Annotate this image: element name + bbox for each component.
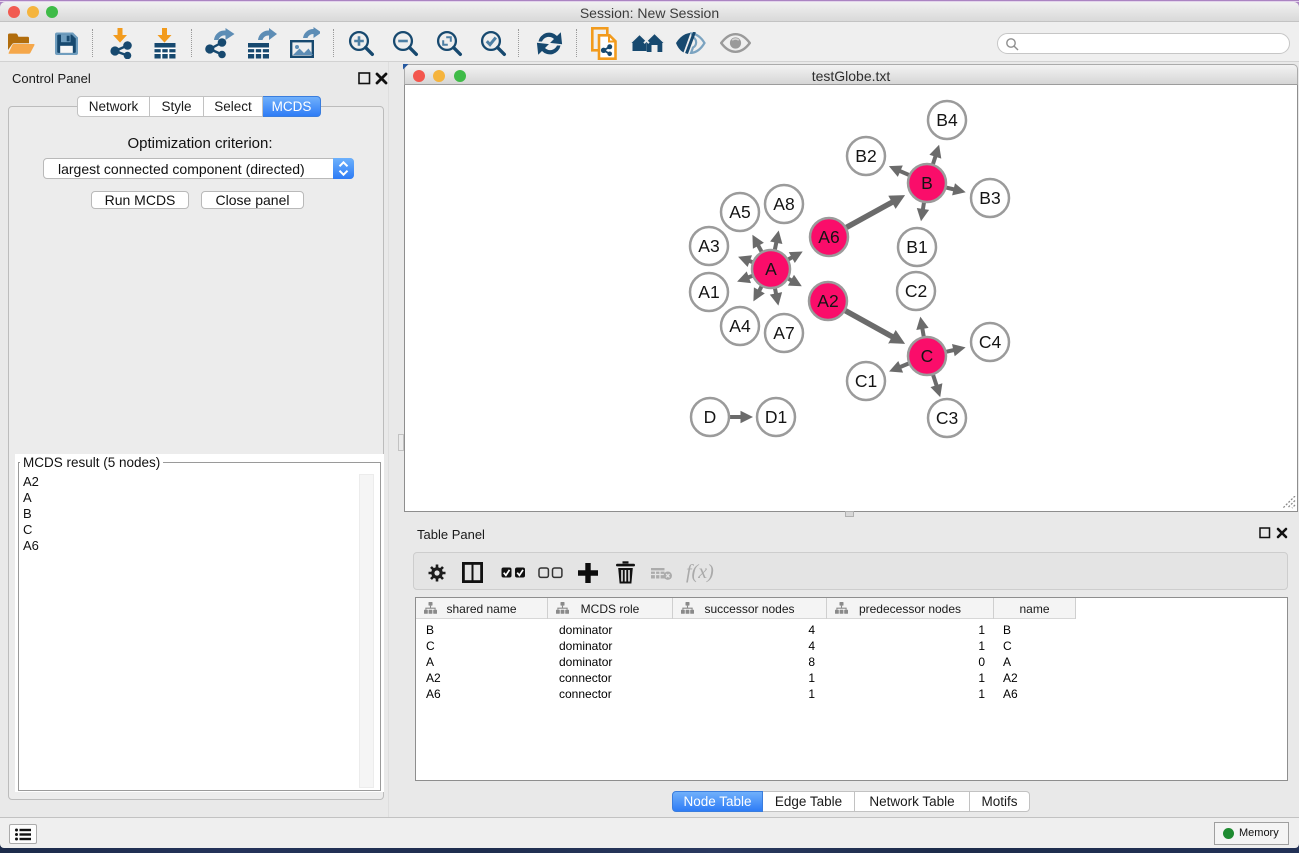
svg-text:A8: A8	[773, 194, 794, 214]
svg-text:C4: C4	[979, 332, 1002, 352]
svg-text:A5: A5	[729, 202, 750, 222]
svg-text:A4: A4	[729, 316, 751, 336]
svg-text:A3: A3	[698, 236, 719, 256]
svg-text:C3: C3	[936, 408, 958, 428]
svg-text:C: C	[921, 346, 934, 366]
svg-text:D1: D1	[765, 407, 787, 427]
svg-text:A6: A6	[818, 227, 839, 247]
svg-text:C1: C1	[855, 371, 877, 391]
svg-text:B3: B3	[979, 188, 1000, 208]
svg-text:A7: A7	[773, 323, 794, 343]
svg-text:C2: C2	[905, 281, 927, 301]
svg-text:A2: A2	[817, 291, 838, 311]
svg-text:B2: B2	[855, 146, 876, 166]
svg-text:A1: A1	[698, 282, 719, 302]
svg-text:D: D	[704, 407, 717, 427]
svg-text:B4: B4	[936, 110, 958, 130]
svg-text:B: B	[921, 173, 933, 193]
svg-text:B1: B1	[906, 237, 927, 257]
svg-text:A: A	[765, 259, 777, 279]
